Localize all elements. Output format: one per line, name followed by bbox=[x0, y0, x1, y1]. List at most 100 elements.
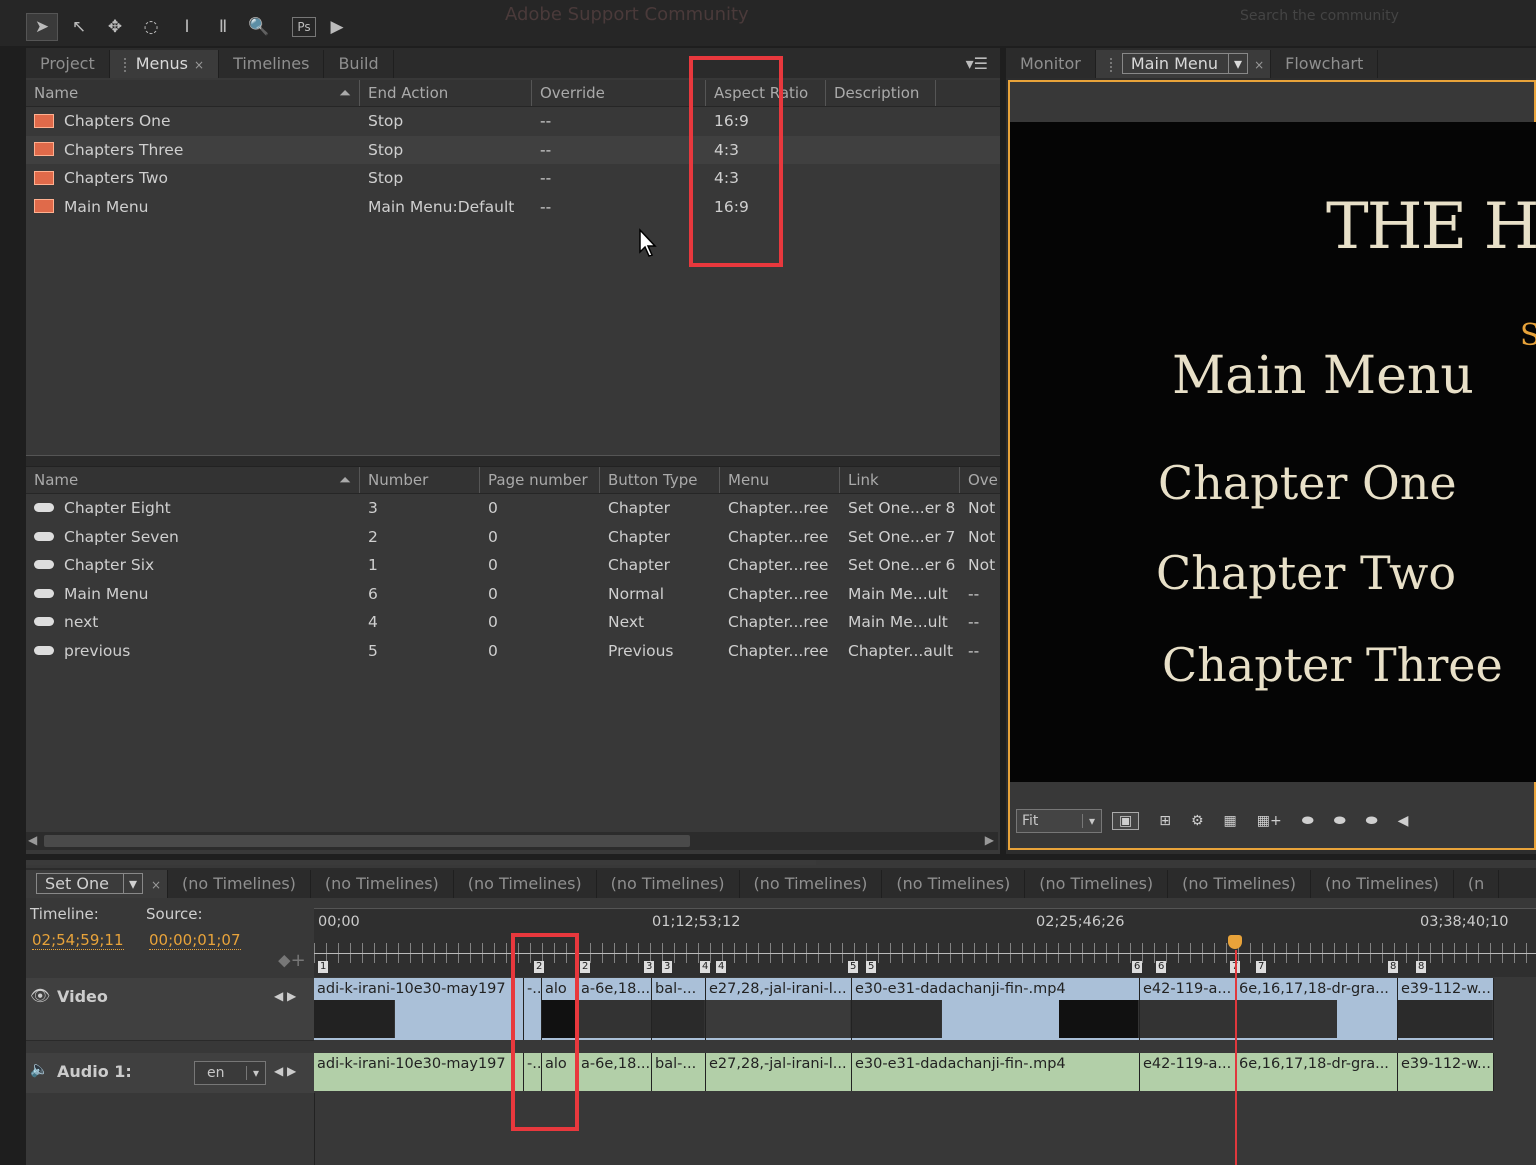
add-marker-icon[interactable]: ⬥+ bbox=[278, 950, 306, 971]
tab-no-timelines[interactable]: (no Timelines) bbox=[168, 870, 311, 898]
chapter-marker[interactable]: 4 bbox=[700, 961, 711, 973]
col-override[interactable]: Override bbox=[532, 80, 706, 106]
table-row[interactable]: next 4 0 Next Chapter...ree Main Me...ul… bbox=[26, 608, 1000, 637]
tab-no-timelines[interactable]: (no Timelines) bbox=[454, 870, 597, 898]
close-icon[interactable]: × bbox=[151, 878, 161, 892]
scroll-right-icon[interactable]: ▶ bbox=[985, 833, 994, 847]
timeline-timecode[interactable]: 02;54;59;11 bbox=[32, 931, 124, 950]
tab-menus[interactable]: Menus × bbox=[109, 50, 220, 78]
chapter-marker[interactable]: 6 bbox=[1156, 961, 1167, 973]
chapter-marker[interactable]: 3 bbox=[644, 961, 655, 973]
tab-timelines[interactable]: Timelines bbox=[219, 50, 325, 78]
move-tool-icon[interactable]: ✥ bbox=[100, 14, 130, 40]
video-clip[interactable]: 6e,16,17,18-dr-gra... bbox=[1236, 978, 1398, 1040]
time-ruler[interactable]: 00;00 01;12;53;12 02;25;46;26 03;38;40;1… bbox=[314, 908, 1536, 977]
tab-project[interactable]: Project bbox=[26, 50, 110, 78]
speaker-icon[interactable]: 🔈 bbox=[30, 1060, 49, 1078]
tab-no-timelines[interactable]: (no Timelines) bbox=[1311, 870, 1454, 898]
tab-main-menu[interactable]: Main Menu ▾ × bbox=[1095, 50, 1272, 78]
chapter-marker[interactable]: 6 bbox=[1132, 961, 1143, 973]
chapter-marker[interactable]: 5 bbox=[848, 961, 859, 973]
chapter-marker[interactable]: 3 bbox=[662, 961, 673, 973]
col-name[interactable]: Name ⏶ bbox=[26, 467, 360, 493]
prev-arrow-icon[interactable]: ◀ ▶ bbox=[274, 1064, 296, 1078]
timeline-top-scroll[interactable] bbox=[26, 860, 816, 865]
tab-set-one[interactable]: Set One ▾ × bbox=[26, 870, 169, 898]
video-clip[interactable]: e27,28,-jal-irani-l... bbox=[706, 978, 852, 1040]
source-timecode[interactable]: 00;00;01;07 bbox=[149, 931, 241, 950]
routing-icon[interactable]: ⚙ bbox=[1191, 813, 1204, 829]
chevron-down-icon[interactable]: ▾ bbox=[123, 873, 143, 894]
audio-clip[interactable]: a-6e,18... bbox=[578, 1053, 652, 1091]
col-button-type[interactable]: Button Type bbox=[600, 467, 720, 493]
chevron-down-icon[interactable]: ▾ bbox=[1229, 53, 1249, 74]
col-name[interactable]: Name ⏶ bbox=[26, 80, 360, 106]
zoom-tool-icon[interactable]: 🔍 bbox=[244, 14, 274, 40]
panel-menu-icon[interactable]: ▾☰ bbox=[966, 50, 1000, 78]
audio-clip[interactable]: e27,28,-jal-irani-l... bbox=[706, 1053, 852, 1091]
table-row[interactable]: Chapter Eight 3 0 Chapter Chapter...ree … bbox=[26, 494, 1000, 523]
audio-track[interactable]: adi-k-irani-10e30-may197 -... alo a-6e,1… bbox=[314, 1053, 1494, 1091]
tab-no-timelines[interactable]: (n bbox=[1454, 870, 1500, 898]
table-row[interactable]: Chapters One Stop -- 16:9 bbox=[26, 107, 1000, 136]
preview-icon[interactable]: ▶ bbox=[322, 14, 352, 40]
button-shape-2-icon[interactable]: ⬬ bbox=[1334, 813, 1346, 829]
tab-no-timelines[interactable]: (no Timelines) bbox=[311, 870, 454, 898]
video-clip[interactable]: e42-119-a... bbox=[1140, 978, 1236, 1040]
video-clip[interactable]: a-6e,18... bbox=[578, 978, 652, 1040]
preview-item-chapter-three[interactable]: Chapter Three bbox=[1162, 638, 1503, 692]
text-tool-icon[interactable]: Ⅰ bbox=[172, 14, 202, 40]
panel-divider[interactable] bbox=[26, 455, 1000, 467]
scrollbar-thumb[interactable] bbox=[44, 835, 690, 847]
selection-tool-icon[interactable]: ➤ bbox=[26, 13, 58, 41]
chapter-marker[interactable]: 1 bbox=[318, 961, 329, 973]
preview-item-main-menu[interactable]: Main Menu bbox=[1172, 346, 1474, 406]
video-track[interactable]: adi-k-irani-10e30-may197 -... alo a-6e,1… bbox=[314, 978, 1494, 1040]
preview-item-chapter-two[interactable]: Chapter Two bbox=[1156, 546, 1456, 600]
add-button-icon[interactable]: ▦+ bbox=[1257, 813, 1282, 829]
playhead-icon[interactable] bbox=[1228, 935, 1242, 949]
chapter-marker[interactable]: 8 bbox=[1388, 961, 1399, 973]
chapter-marker[interactable]: 2 bbox=[580, 961, 591, 973]
tab-no-timelines[interactable]: (no Timelines) bbox=[740, 870, 883, 898]
vertical-text-tool-icon[interactable]: Ⅱ bbox=[208, 14, 238, 40]
audio-language-select[interactable]: en ▾ bbox=[194, 1061, 266, 1085]
chapter-marker[interactable]: 8 bbox=[1416, 961, 1427, 973]
audio-clip[interactable]: e42-119-a... bbox=[1140, 1053, 1236, 1091]
col-link[interactable]: Link bbox=[840, 467, 960, 493]
audio-clip[interactable]: adi-k-irani-10e30-may197 bbox=[314, 1053, 524, 1091]
col-override[interactable]: Ove bbox=[960, 467, 1000, 493]
tab-flowchart[interactable]: Flowchart bbox=[1271, 50, 1379, 78]
button-shape-3-icon[interactable]: ⬬ bbox=[1366, 813, 1378, 829]
rotate-tool-icon[interactable]: ◌ bbox=[136, 14, 166, 40]
col-number[interactable]: Number bbox=[360, 467, 480, 493]
eye-icon[interactable]: 👁 bbox=[30, 986, 50, 1005]
prev-arrow-icon[interactable]: ◀ ▶ bbox=[274, 989, 296, 1003]
preview-item-chapter-one[interactable]: Chapter One bbox=[1158, 456, 1457, 510]
direct-select-tool-icon[interactable]: ↖ bbox=[64, 14, 94, 40]
table-row[interactable]: Main Menu 6 0 Normal Chapter...ree Main … bbox=[26, 580, 1000, 609]
tab-build[interactable]: Build bbox=[324, 50, 394, 78]
tab-no-timelines[interactable]: (no Timelines) bbox=[1168, 870, 1312, 898]
table-row[interactable]: previous 5 0 Previous Chapter...ree Chap… bbox=[26, 637, 1000, 666]
col-end-action[interactable]: End Action bbox=[360, 80, 532, 106]
chapter-marker[interactable]: 4 bbox=[716, 961, 727, 973]
audio-clip[interactable]: 6e,16,17,18-dr-gra... bbox=[1236, 1053, 1398, 1091]
audio-clip[interactable]: e30-e31-dadachanji-fin-.mp4 bbox=[852, 1053, 1140, 1091]
chapter-marker[interactable]: 5 bbox=[866, 961, 877, 973]
table-row[interactable]: Chapter Six 1 0 Chapter Chapter...ree Se… bbox=[26, 551, 1000, 580]
table-row[interactable]: Chapters Three Stop -- 4:3 bbox=[26, 135, 1000, 165]
audio-clip[interactable]: e39-112-w... bbox=[1398, 1053, 1494, 1091]
video-clip[interactable]: e39-112-w... bbox=[1398, 978, 1494, 1040]
safe-area-icon[interactable]: ▣ bbox=[1112, 812, 1140, 830]
close-icon[interactable]: × bbox=[1254, 58, 1264, 72]
tab-monitor[interactable]: Monitor bbox=[1006, 50, 1096, 78]
tab-no-timelines[interactable]: (no Timelines) bbox=[882, 870, 1026, 898]
grid-icon[interactable]: ▦ bbox=[1224, 813, 1237, 829]
video-clip[interactable]: bal-... bbox=[652, 978, 706, 1040]
video-clip[interactable]: e30-e31-dadachanji-fin-.mp4 bbox=[852, 978, 1140, 1040]
table-row[interactable]: Chapters Two Stop -- 4:3 bbox=[26, 164, 1000, 193]
menu-preview[interactable]: THE HUMA S Main Menu Chapter One Chapter… bbox=[1010, 122, 1536, 782]
col-description[interactable]: Description bbox=[826, 80, 936, 106]
tab-no-timelines[interactable]: (no Timelines) bbox=[597, 870, 740, 898]
